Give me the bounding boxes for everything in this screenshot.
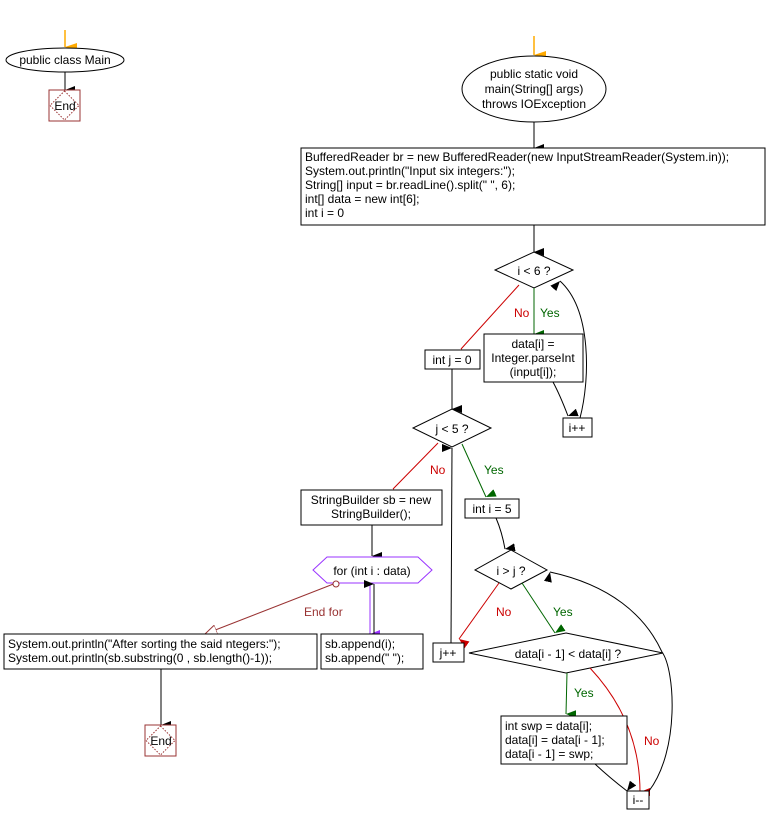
parse-line-1: data[i] = [511, 337, 554, 351]
class-end-label: End [54, 99, 75, 113]
yes-label-compare: Yes [574, 686, 594, 700]
init-line-2: System.out.println("Input six integers:"… [305, 164, 515, 178]
no-label-i: No [514, 306, 530, 320]
init-line-3: String[] input = br.readLine().split(" "… [305, 178, 515, 192]
append-line-2: sb.append(" "); [325, 651, 404, 665]
edge-cond-gt-no [458, 582, 500, 649]
sb-line-1: StringBuilder sb = new [311, 493, 432, 507]
j-inc-label: j++ [439, 646, 457, 660]
class-chart: public class Main End [5, 30, 125, 122]
print-line-1: System.out.println("After sorting the sa… [8, 637, 281, 651]
cond-i-lt-6-label: i < 6 ? [517, 264, 550, 278]
main-chart: public static void main(String[] args) t… [3, 36, 766, 810]
yes-label-i: Yes [540, 306, 560, 320]
init-line-4: int[] data = new int[6]; [305, 192, 419, 206]
i-dec-label: i-- [633, 793, 644, 807]
init-line-1: BufferedReader br = new BufferedReader(n… [305, 150, 729, 164]
cond-i-gt-j-label: i > j ? [496, 564, 525, 578]
edge-i5-to-cond-gt [495, 517, 516, 552]
edge-parse-to-inc [552, 381, 579, 417]
end-for-label: End for [304, 605, 343, 619]
parse-line-3: (input[i]); [510, 365, 557, 379]
for-loop-label: for (int i : data) [333, 564, 410, 578]
main-method-line-1: public static void [490, 67, 578, 81]
print-line-2: System.out.println(sb.substring(0 , sb.l… [8, 651, 272, 665]
edge-cond-gt-yes [521, 582, 566, 634]
end-for-origin-icon [332, 580, 340, 588]
swap-line-3: data[i - 1] = swp; [505, 747, 593, 761]
no-label-j: No [430, 463, 446, 477]
edge-swap-to-dec [594, 763, 637, 792]
main-method-line-2: main(String[] args) [485, 82, 584, 96]
init-line-5: int i = 0 [305, 206, 344, 220]
yes-label-gt: Yes [553, 605, 573, 619]
swap-line-2: data[i] = data[i - 1]; [505, 733, 605, 747]
init-j-label: int j = 0 [432, 353, 471, 367]
class-main-label: public class Main [19, 53, 110, 67]
i-inc-label: i++ [569, 421, 586, 435]
swap-line-1: int swp = data[i]; [505, 719, 592, 733]
append-line-1: sb.append(i); [325, 637, 395, 651]
init-i5-label: int i = 5 [472, 502, 511, 516]
yes-label-j: Yes [484, 463, 504, 477]
edge-j-inc-to-cond-j [441, 443, 453, 644]
flowchart-canvas: public class Main End public static void… [3, 30, 766, 810]
parse-line-2: Integer.parseInt [491, 351, 575, 365]
main-method-line-3: throws IOException [482, 97, 586, 111]
edge-compare-yes [565, 672, 577, 719]
sb-line-2: StringBuilder(); [331, 507, 411, 521]
main-end-label: End [150, 734, 171, 748]
no-label-compare: No [644, 734, 660, 748]
cond-compare-label: data[i - 1] < data[i] ? [515, 647, 622, 661]
edge-cond-j-yes [461, 443, 497, 498]
no-label-gt: No [496, 605, 512, 619]
cond-j-lt-5-label: j < 5 ? [434, 422, 468, 436]
